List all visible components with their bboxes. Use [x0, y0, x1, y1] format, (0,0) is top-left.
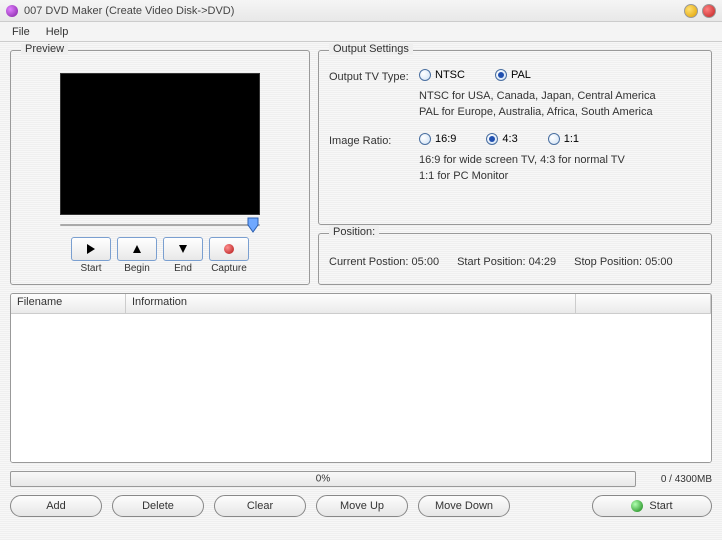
start-icon	[631, 500, 643, 512]
position-panel: Position: Current Postion: 05:00 Start P…	[318, 233, 712, 285]
start-val: 04:29	[529, 256, 557, 268]
app-icon	[6, 5, 18, 17]
radio-169[interactable]: 16:9	[419, 133, 456, 145]
titlebar: 007 DVD Maker (Create Video Disk->DVD)	[0, 0, 722, 22]
r11-label: 1:1	[564, 133, 579, 145]
start-position: Start Position: 04:29	[457, 256, 556, 268]
window-title: 007 DVD Maker (Create Video Disk->DVD)	[24, 5, 680, 17]
col-spacer	[576, 294, 711, 313]
end-label: End	[174, 263, 192, 274]
close-button[interactable]	[702, 4, 716, 18]
file-list-header: Filename Information	[11, 294, 711, 314]
col-information[interactable]: Information	[126, 294, 576, 313]
progress-bar: 0%	[10, 471, 636, 487]
menubar: File Help	[0, 22, 722, 42]
current-position: Current Postion: 05:00	[329, 256, 439, 268]
settings-legend: Output Settings	[329, 43, 413, 55]
radio-ntsc[interactable]: NTSC	[419, 69, 465, 81]
begin-button[interactable]	[117, 237, 157, 261]
ratio-label: Image Ratio:	[329, 133, 419, 147]
seek-slider[interactable]	[60, 221, 260, 229]
col-filename[interactable]: Filename	[11, 294, 126, 313]
video-preview	[60, 73, 260, 215]
radio-dot-icon	[486, 133, 498, 145]
ratio-hint1: 16:9 for wide screen TV, 4:3 for normal …	[419, 153, 701, 167]
slider-track-line	[60, 224, 260, 226]
r43-label: 4:3	[502, 133, 517, 145]
ntsc-label: NTSC	[435, 69, 465, 81]
end-button[interactable]	[163, 237, 203, 261]
slider-thumb[interactable]	[246, 217, 260, 233]
progress-percent: 0%	[316, 474, 330, 485]
up-arrow-icon	[132, 244, 142, 254]
preview-panel: Preview Start Begin End	[10, 50, 310, 285]
play-icon	[86, 244, 96, 254]
radio-43[interactable]: 4:3	[486, 133, 517, 145]
pal-label: PAL	[511, 69, 531, 81]
play-button[interactable]	[71, 237, 111, 261]
minimize-button[interactable]	[684, 4, 698, 18]
play-label: Start	[80, 263, 101, 274]
tv-hint2: PAL for Europe, Australia, Africa, South…	[419, 105, 701, 119]
down-arrow-icon	[178, 244, 188, 254]
stop-val: 05:00	[645, 256, 673, 268]
capacity-text: 0 / 4300MB	[642, 474, 712, 485]
radio-dot-icon	[419, 133, 431, 145]
moveup-button[interactable]: Move Up	[316, 495, 408, 517]
start-lbl: Start Position:	[457, 256, 525, 268]
tv-type-label: Output TV Type:	[329, 69, 419, 83]
menu-help[interactable]: Help	[38, 24, 77, 40]
content-area: Preview Start Begin End	[0, 42, 722, 540]
menu-file[interactable]: File	[4, 24, 38, 40]
ratio-hint2: 1:1 for PC Monitor	[419, 169, 701, 183]
radio-pal[interactable]: PAL	[495, 69, 531, 81]
begin-label: Begin	[124, 263, 150, 274]
preview-legend: Preview	[21, 43, 68, 55]
tv-hint1: NTSC for USA, Canada, Japan, Central Ame…	[419, 89, 701, 103]
movedown-button[interactable]: Move Down	[418, 495, 510, 517]
capture-button[interactable]	[209, 237, 249, 261]
current-lbl: Current Postion:	[329, 256, 408, 268]
start-button[interactable]: Start	[592, 495, 712, 517]
radio-11[interactable]: 1:1	[548, 133, 579, 145]
clear-button[interactable]: Clear	[214, 495, 306, 517]
add-button[interactable]: Add	[10, 495, 102, 517]
r169-label: 16:9	[435, 133, 456, 145]
current-val: 05:00	[412, 256, 440, 268]
radio-dot-icon	[495, 69, 507, 81]
record-icon	[224, 244, 234, 254]
radio-dot-icon	[548, 133, 560, 145]
stop-lbl: Stop Position:	[574, 256, 642, 268]
delete-button[interactable]: Delete	[112, 495, 204, 517]
output-settings-panel: Output Settings Output TV Type: NTSC PAL…	[318, 50, 712, 225]
radio-dot-icon	[419, 69, 431, 81]
file-list-body[interactable]	[11, 314, 711, 462]
start-label: Start	[649, 500, 672, 512]
stop-position: Stop Position: 05:00	[574, 256, 672, 268]
file-list-panel: Filename Information	[10, 293, 712, 463]
capture-label: Capture	[211, 263, 247, 274]
position-legend: Position:	[329, 226, 379, 238]
